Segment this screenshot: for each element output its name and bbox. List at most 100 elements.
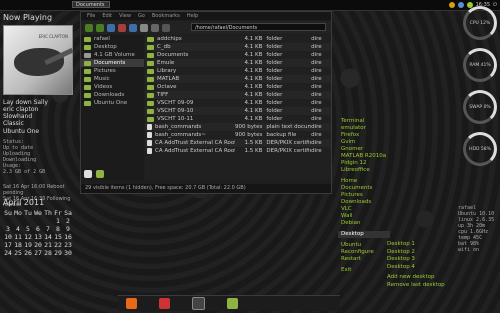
submenu-desktop-4[interactable]: Desktop 4 [387, 264, 445, 272]
calendar-week: 12 [56, 217, 70, 225]
drive-icon [84, 52, 91, 58]
computer-icon[interactable] [151, 23, 159, 32]
back-icon[interactable] [85, 23, 93, 32]
folder-icon [84, 68, 91, 74]
sidebar-item[interactable]: Videos [81, 83, 144, 91]
menu-item-gnomer[interactable]: Gnomer [338, 146, 390, 153]
sidebar-buttons [84, 170, 104, 178]
folder-icon [84, 36, 91, 42]
search-icon[interactable] [162, 23, 170, 32]
places-icon[interactable] [84, 170, 92, 178]
calendar-header: Su Mo Tu We Th Fr Sa [4, 209, 72, 217]
system-gauges: CPU 12% RAM 41% SWAP 0% HDD 58% [463, 6, 499, 174]
file-row[interactable]: addchips 4.1 KB folder dire [145, 35, 331, 43]
terminal-icon[interactable] [192, 297, 205, 310]
file-list: addchips 4.1 KB folder dire C_db 4.1 KB folde… [145, 35, 331, 180]
file-row[interactable]: TIFF 4.1 KB folder dire [145, 91, 331, 99]
menu-edit[interactable]: Edit [102, 12, 112, 20]
menu-item-ubuntu[interactable]: Ubuntu [338, 242, 390, 249]
menu-item-reconfigure[interactable]: Reconfigure [338, 249, 390, 256]
remove-desktop-item[interactable]: Remove last desktop [387, 282, 445, 290]
menu-item-gvim[interactable]: Gvim [338, 139, 390, 146]
menu-view[interactable]: View [119, 12, 131, 20]
menu-item-desktop[interactable]: Desktop [338, 231, 390, 238]
file-manager-window: File Edit View Go Bookmarks Help /home/r… [80, 11, 332, 194]
menu-item-firefox[interactable]: Firefox [338, 132, 390, 139]
submenu-desktop-1[interactable]: Desktop 1 [387, 241, 445, 249]
menu-item-wall[interactable]: Wall [338, 213, 390, 220]
folder-icon [147, 36, 154, 42]
sidebar-item[interactable]: rafael [81, 35, 144, 43]
file-row[interactable]: Documents 4.1 KB folder dire [145, 51, 331, 59]
ubuntu-one-title: Ubuntu One [3, 128, 40, 135]
stop-icon[interactable] [118, 23, 126, 32]
album-art: ERIC CLAPTON [3, 25, 74, 95]
desktop-menu: Terminal emulator Firefox Gvim Gnomer MA… [338, 118, 390, 274]
menu-item-pictures[interactable]: Pictures [338, 192, 390, 199]
add-desktop-item[interactable]: Add new desktop [387, 274, 445, 282]
menu-item-downloads[interactable]: Downloads [338, 199, 390, 206]
folder-icon [147, 60, 154, 66]
submenu-desktop-2[interactable]: Desktop 2 [387, 249, 445, 257]
file-row[interactable]: CA AddTrust External CA Root.pem1.5 KBDE… [145, 147, 331, 155]
menu-file[interactable]: File [87, 12, 95, 20]
sidebar-item[interactable]: Documents [81, 59, 144, 67]
desktop-submenu: Desktop 1 Desktop 2 Desktop 3 Desktop 4 … [387, 241, 445, 289]
menu-item-matlab[interactable]: MATLAB R2010a [338, 153, 390, 160]
file-row[interactable]: MATLAB 4.1 KB folder dire [145, 75, 331, 83]
home-icon[interactable] [140, 23, 148, 32]
media-player-icon[interactable] [159, 298, 170, 309]
menu-item-terminal[interactable]: Terminal emulator [338, 118, 390, 132]
sidebar-item[interactable]: Pictures [81, 67, 144, 75]
menu-item-debian[interactable]: Debian [338, 220, 390, 227]
reload-icon[interactable] [129, 23, 137, 32]
file-row[interactable]: VSCHT 09-10 4.1 KB folder dire [145, 107, 331, 115]
menu-bookmarks[interactable]: Bookmarks [152, 12, 180, 20]
file-row[interactable]: bash_commands 900 bytes plain text docum di… [145, 123, 331, 131]
menu-item-restart[interactable]: Restart [338, 256, 390, 263]
calendar-week: 24 25 26 27 28 29 30 [4, 249, 72, 257]
reminder-item: Sat 16 Apr 16:00 Reboot pending [3, 184, 65, 196]
certificate-file-icon [147, 140, 152, 146]
file-row[interactable]: bash_commands~ 900 bytes backup file dire [145, 131, 331, 139]
file-row[interactable]: Octave 4.1 KB folder dire [145, 83, 331, 91]
file-row[interactable]: C_db 4.1 KB folder dire [145, 43, 331, 51]
file-row[interactable]: CA AddTrust External CA Root.crt1.5 KBDE… [145, 139, 331, 147]
location-bar[interactable]: /home/rafael/Documents [191, 23, 326, 31]
notification-icon[interactable] [448, 2, 455, 8]
submenu-desktop-3[interactable]: Desktop 3 [387, 256, 445, 264]
menu-item-exit[interactable]: Exit [338, 267, 390, 274]
up-icon[interactable] [107, 23, 115, 32]
calendar-week: 17 18 19 20 21 22 23 [4, 241, 72, 249]
sidebar-item[interactable]: 4.1 GB Volume [81, 51, 144, 59]
folder-icon [147, 116, 154, 122]
text-file-icon [147, 124, 152, 130]
hdd-gauge: HDD 58% [463, 132, 497, 166]
menu-go[interactable]: Go [138, 12, 145, 20]
menu-item-documents[interactable]: Documents [338, 185, 390, 192]
sidebar-item[interactable]: Ubuntu One [81, 99, 144, 107]
album-art-text: ERIC CLAPTON [38, 34, 68, 39]
sidebar-item[interactable]: Music [81, 75, 144, 83]
firefox-icon[interactable] [126, 298, 137, 309]
calendar-grid: Su Mo Tu We Th Fr Sa 12 3456789 10 11 12 13 14 15 16… [3, 209, 73, 257]
track-info: Lay down Sally eric clapton Slowhand Cla… [3, 99, 48, 127]
places-sidebar: rafael Desktop 4.1 GB Volume Documents P… [81, 35, 144, 180]
file-row[interactable]: VSCHT 09-09 4.1 KB folder dire [145, 99, 331, 107]
folder-icon [147, 84, 154, 90]
taskbar-window-documents[interactable]: Documents [72, 1, 110, 8]
menu-item-pidgin[interactable]: Pidgin 12 [338, 160, 390, 167]
forward-icon[interactable] [96, 23, 104, 32]
file-row[interactable]: Library 4.1 KB folder dire [145, 67, 331, 75]
menu-help[interactable]: Help [187, 12, 198, 20]
file-row[interactable]: Emule 4.1 KB folder dire [145, 59, 331, 67]
menu-item-home[interactable]: Home [338, 178, 390, 185]
tree-icon[interactable] [96, 170, 104, 178]
sidebar-item[interactable]: Desktop [81, 43, 144, 51]
file-row[interactable]: VSCHT 10-11 4.1 KB folder dire [145, 115, 331, 123]
ubuntu-one-status: Status: Up to date Uploading Downloading… [3, 139, 46, 175]
menu-item-libreoffice[interactable]: Libreoffice [338, 167, 390, 174]
files-icon[interactable] [227, 298, 238, 309]
sidebar-item[interactable]: Downloads [81, 91, 144, 99]
menu-item-vlc[interactable]: VLC [338, 206, 390, 213]
